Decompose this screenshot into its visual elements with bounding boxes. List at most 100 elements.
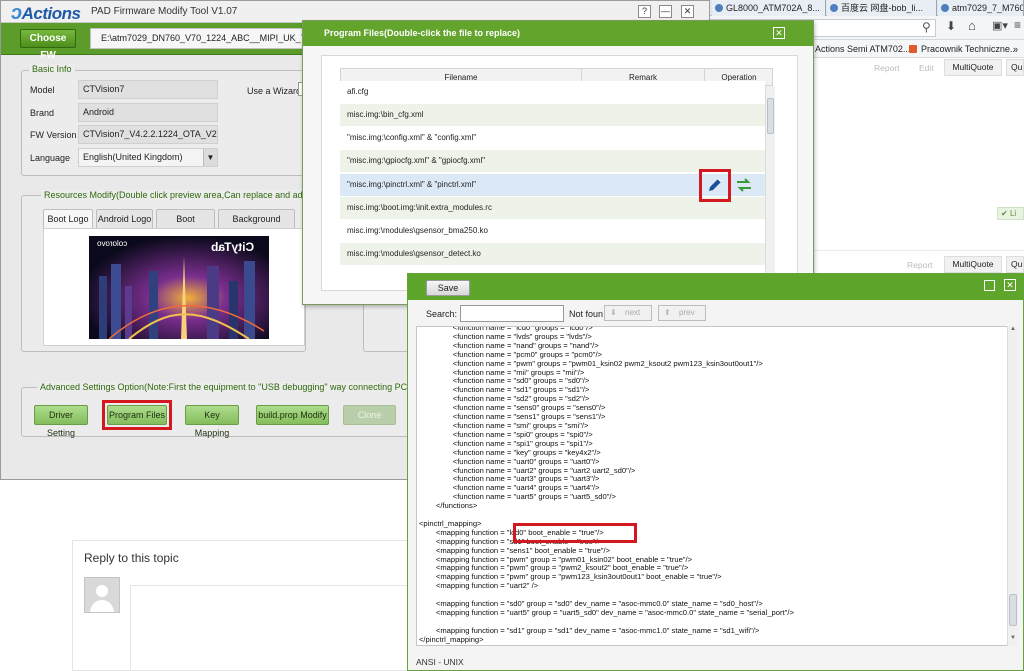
search-icon[interactable]: ⚲: [922, 20, 931, 34]
wizard-label: Use a Wizard: [247, 86, 302, 96]
bookmark-item[interactable]: Actions Semi ATM702...: [815, 40, 910, 58]
quote-button[interactable]: Qu: [1006, 256, 1024, 273]
replace-arrows-icon[interactable]: [735, 177, 753, 193]
scroll-down-icon[interactable]: ▼: [1008, 635, 1018, 645]
file-row[interactable]: misc.img:\modules\gsensor_detect.ko: [340, 243, 765, 265]
xml-text-area[interactable]: <function name = "lcd0" groups = "lcd0"/…: [416, 326, 1009, 646]
arrow-down-icon: ⬇: [610, 308, 617, 317]
boot-logo-preview[interactable]: CityTab colorovo: [89, 236, 269, 339]
arrow-up-icon: ⬆: [664, 308, 671, 317]
language-select[interactable]: English(United Kingdom) ▼: [78, 148, 218, 167]
tab-background-picture[interactable]: Background Picture: [218, 209, 295, 242]
pencil-icon: [709, 178, 722, 191]
file-row[interactable]: "misc.img:\config.xml" & "config.xml": [340, 127, 765, 149]
extension-icon[interactable]: ▣▾: [992, 19, 1008, 32]
multiquote-button[interactable]: MultiQuote: [944, 59, 1002, 76]
next-label: next: [625, 308, 641, 317]
prev-button[interactable]: ⬆ prev: [658, 305, 706, 321]
xml-line: <mapping function = "uart2" />: [419, 581, 539, 591]
report-link[interactable]: Report: [874, 63, 900, 73]
file-row[interactable]: misc.img:\modules\gsensor_bma250.ko: [340, 220, 765, 242]
xml-lines: <function name = "lcd0" groups = "lcd0"/…: [419, 327, 794, 645]
scrollbar-thumb[interactable]: [767, 98, 774, 134]
hidden-group: [363, 301, 413, 352]
editor-toolbar: Save ✕: [408, 274, 1023, 300]
clone-button[interactable]: Clone: [343, 405, 396, 425]
model-field[interactable]: CTVision7: [78, 80, 218, 99]
brand-field[interactable]: Android: [78, 103, 218, 122]
browser-tab[interactable]: atm7029_7_M760_ili...: [938, 0, 1024, 16]
tab-boot-animation[interactable]: Boot Animation: [156, 209, 215, 242]
not-found-text: Not foun: [569, 309, 604, 319]
save-button[interactable]: Save: [426, 280, 470, 296]
file-row[interactable]: afi.cfg: [340, 81, 765, 103]
tab-boot-logo[interactable]: Boot Logo: [43, 209, 93, 228]
report-link[interactable]: Report: [907, 260, 933, 270]
close-icon[interactable]: ✕: [773, 27, 785, 39]
edit-pencil-icon[interactable]: [706, 176, 724, 194]
window-title: PAD Firmware Modify Tool V1.07: [91, 6, 238, 17]
scroll-up-icon[interactable]: ▲: [1008, 326, 1018, 336]
reply-editor-area[interactable]: [130, 585, 410, 671]
encoding-status: ANSI - UNIX: [416, 657, 464, 667]
browser-tab[interactable]: 百度云 网盘-bob_li...: [827, 0, 937, 16]
dropdown-arrow-icon[interactable]: ▼: [203, 149, 217, 166]
reply-title: Reply to this topic: [84, 551, 179, 565]
multiquote-button[interactable]: MultiQuote: [944, 256, 1002, 273]
actions-logo: ↄActions: [11, 2, 81, 25]
key-mapping-button[interactable]: Key Mapping: [185, 405, 239, 438]
like-label: Li: [1009, 209, 1017, 218]
dialog-title: Program Files(Double-click the file to r…: [303, 21, 813, 46]
next-button[interactable]: ⬇ next: [604, 305, 652, 321]
file-list-panel: Filename Remark Operation afi.cfg misc.i…: [321, 55, 798, 291]
forum-divider: [814, 250, 1024, 251]
xml-line: </pinctrl_mapping>: [419, 634, 484, 644]
file-list-scrollbar[interactable]: [765, 86, 775, 290]
help-button[interactable]: ?: [638, 5, 651, 18]
program-files-dialog: Program Files(Double-click the file to r…: [302, 20, 814, 305]
fw-path-field[interactable]: E:\atm7029_DN760_V70_1224_ABC__MIPI_UK_7…: [90, 28, 330, 49]
like-button[interactable]: ✔ Li: [997, 207, 1024, 220]
choose-fw-button[interactable]: Choose FW: [20, 29, 76, 61]
download-icon[interactable]: ⬇: [946, 19, 956, 33]
preview-city-text: CityTab: [211, 240, 255, 254]
driver-setting-button[interactable]: Driver Setting: [34, 405, 88, 438]
browser-tabbar: GL8000_ATM702A_8... 百度云 网盘-bob_li... atm…: [700, 0, 1024, 16]
edit-link[interactable]: Edit: [919, 63, 934, 73]
logo-text: Actions: [21, 4, 81, 23]
bookmark-label: Pracownik Techniczne...: [921, 44, 1018, 54]
xml-line: <mapping function = "uart5" group = "uar…: [419, 608, 794, 617]
editor-scrollbar[interactable]: ▲ ▼: [1007, 326, 1018, 646]
avatar: [84, 577, 120, 613]
chevron-right-icon[interactable]: »: [1013, 40, 1018, 58]
desktop: { "browser": { "tabs": ["GL8000_ATM702A_…: [0, 0, 1024, 671]
home-icon[interactable]: ⌂: [968, 18, 976, 33]
language-label: Language: [30, 153, 71, 163]
menu-icon[interactable]: ≡: [1014, 18, 1021, 32]
minimize-button[interactable]: —: [659, 5, 672, 18]
close-button[interactable]: ✕: [681, 5, 694, 18]
maximize-icon[interactable]: [984, 280, 995, 291]
logo-swoosh-icon: ↄ: [11, 2, 22, 24]
model-label: Model: [30, 85, 55, 95]
bookmark-item[interactable]: Pracownik Techniczne...: [909, 40, 1017, 58]
prev-label: prev: [679, 308, 695, 317]
file-row[interactable]: misc.img:\bin_cfg.xml: [340, 104, 765, 126]
fw-version-label: FW Version: [30, 130, 77, 140]
preview-brand-text: colorovo: [97, 239, 128, 248]
xml-editor-window: Save ✕ Search: Not foun ⬇ next ⬆ prev <fun…: [407, 273, 1024, 671]
build-prop-button[interactable]: build.prop Modify: [256, 405, 329, 425]
program-files-button[interactable]: Program Files: [107, 405, 167, 425]
browser-tab[interactable]: GL8000_ATM702A_8...: [712, 0, 826, 16]
scrollbar-thumb[interactable]: [1009, 594, 1017, 626]
quote-button[interactable]: Qu: [1006, 59, 1024, 76]
close-icon[interactable]: ✕: [1004, 279, 1016, 291]
fw-version-field[interactable]: CTVision7_V4.2.2.1224_OTA_V2.1: [78, 125, 218, 144]
search-input[interactable]: [460, 305, 564, 322]
highlight-box: [513, 523, 637, 543]
search-row: Search: Not foun ⬇ next ⬆ prev: [408, 300, 1023, 328]
xml-line: </functions>: [419, 501, 478, 511]
tab-android-logo[interactable]: Android Logo: [96, 209, 153, 228]
swap-icon: [737, 178, 751, 192]
brand-label: Brand: [30, 108, 55, 118]
